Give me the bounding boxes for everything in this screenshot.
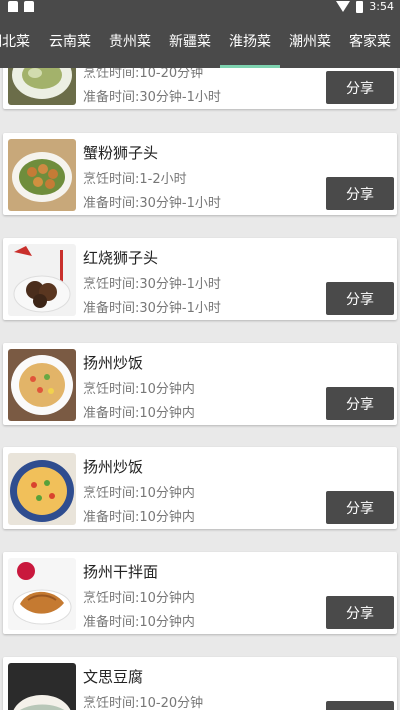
share-button[interactable]: 分享 xyxy=(326,71,394,104)
recipe-card[interactable]: 扬州干拌面 烹饪时间:10分钟内 准备时间:10分钟内 分享 xyxy=(3,552,397,634)
recipe-name: 扬州炒饭 xyxy=(83,458,144,476)
share-button[interactable]: 分享 xyxy=(326,177,394,210)
share-button[interactable]: 分享 xyxy=(326,491,394,524)
notification-icon xyxy=(24,1,34,12)
cuisine-tabs: 湖北菜 云南菜 贵州菜 新疆菜 淮扬菜 潮州菜 客家菜 xyxy=(0,14,400,68)
prep-time: 准备时间:10分钟内 xyxy=(83,510,195,525)
status-bar: 3:54 xyxy=(0,0,400,14)
recipe-name: 扬州炒饭 xyxy=(83,354,144,372)
notification-icon xyxy=(8,1,18,12)
wifi-icon xyxy=(336,1,351,12)
share-button[interactable]: 分享 xyxy=(326,596,394,629)
cook-time: 烹饪时间:10分钟内 xyxy=(83,486,195,501)
recipe-card[interactable]: 红烧狮子头 烹饪时间:30分钟-1小时 准备时间:30分钟-1小时 分享 xyxy=(3,238,397,320)
recipe-image xyxy=(8,558,76,630)
tab-kejia[interactable]: 客家菜 xyxy=(340,14,400,68)
battery-icon xyxy=(356,0,364,13)
recipe-card[interactable]: 烹饪时间:10-20分钟 准备时间:30分钟-1小时 分享 xyxy=(3,68,397,109)
prep-time: 准备时间:10分钟内 xyxy=(83,615,195,630)
tab-hubei[interactable]: 湖北菜 xyxy=(0,14,32,68)
recipe-name: 蟹粉狮子头 xyxy=(83,144,159,162)
recipe-image xyxy=(8,349,76,421)
prep-time: 准备时间:30分钟-1小时 xyxy=(83,90,221,105)
recipe-name: 文思豆腐 xyxy=(83,668,144,686)
cook-time: 烹饪时间:10分钟内 xyxy=(83,382,195,397)
tab-yunnan[interactable]: 云南菜 xyxy=(40,14,100,68)
recipe-image xyxy=(8,244,76,316)
tab-huaiyang[interactable]: 淮扬菜 xyxy=(220,14,280,68)
recipe-card[interactable]: 扬州炒饭 烹饪时间:10分钟内 准备时间:10分钟内 分享 xyxy=(3,343,397,425)
cook-time: 烹饪时间:1-2小时 xyxy=(83,172,187,187)
cook-time: 烹饪时间:10分钟内 xyxy=(83,591,195,606)
tab-guizhou[interactable]: 贵州菜 xyxy=(100,14,160,68)
prep-time: 准备时间:10分钟内 xyxy=(83,406,195,421)
tab-xinjiang[interactable]: 新疆菜 xyxy=(160,14,220,68)
recipe-image xyxy=(8,453,76,525)
tab-chaozhou[interactable]: 潮州菜 xyxy=(280,14,340,68)
recipe-image xyxy=(8,68,76,105)
recipe-image xyxy=(8,663,76,710)
recipe-name: 红烧狮子头 xyxy=(83,249,159,267)
recipe-list[interactable]: 烹饪时间:10-20分钟 准备时间:30分钟-1小时 分享 蟹粉狮子头 烹饪时间… xyxy=(0,68,400,710)
recipe-card[interactable]: 扬州炒饭 烹饪时间:10分钟内 准备时间:10分钟内 分享 xyxy=(3,447,397,529)
prep-time: 准备时间:30分钟-1小时 xyxy=(83,301,221,316)
recipe-image xyxy=(8,139,76,211)
status-time: 3:54 xyxy=(369,0,394,13)
share-button[interactable]: 分享 xyxy=(326,701,394,710)
prep-time: 准备时间:30分钟-1小时 xyxy=(83,196,221,211)
cook-time: 烹饪时间:30分钟-1小时 xyxy=(83,277,221,292)
recipe-card[interactable]: 蟹粉狮子头 烹饪时间:1-2小时 准备时间:30分钟-1小时 分享 xyxy=(3,133,397,215)
share-button[interactable]: 分享 xyxy=(326,387,394,420)
cook-time: 烹饪时间:10-20分钟 xyxy=(83,696,204,710)
recipe-name: 扬州干拌面 xyxy=(83,563,159,581)
cook-time: 烹饪时间:10-20分钟 xyxy=(83,68,204,81)
share-button[interactable]: 分享 xyxy=(326,282,394,315)
recipe-card[interactable]: 文思豆腐 烹饪时间:10-20分钟 分享 xyxy=(3,657,397,710)
